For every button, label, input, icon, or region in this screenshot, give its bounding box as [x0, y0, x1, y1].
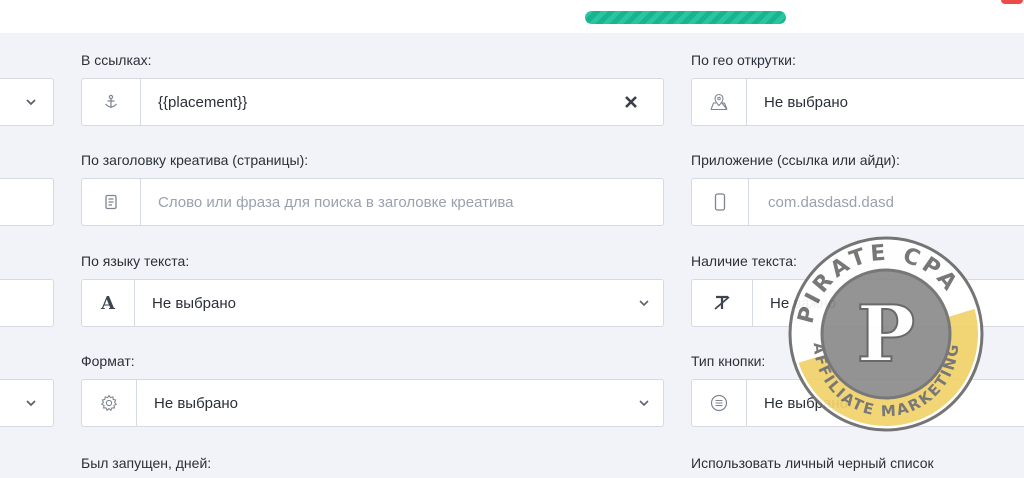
anchor-icon	[82, 79, 141, 125]
left-select-4[interactable]	[0, 379, 54, 427]
has-text-label: Наличие текста:	[691, 253, 797, 269]
notification-icon[interactable]	[1001, 0, 1023, 4]
geo-select[interactable]: Не выбрано	[691, 78, 1024, 126]
title-search-field[interactable]: Слово или фраза для поиска в заголовке к…	[81, 178, 664, 226]
format-label: Формат:	[81, 353, 135, 369]
links-value: {{placement}}	[158, 93, 248, 111]
chevron-down-icon	[26, 99, 36, 106]
links-label: В ссылках:	[81, 52, 152, 68]
progress-fill	[585, 11, 786, 24]
format-value: Не выбрано	[154, 394, 238, 412]
gear-icon	[82, 380, 137, 426]
phone-icon	[692, 179, 749, 225]
document-icon	[82, 179, 141, 225]
clear-icon[interactable]	[623, 94, 639, 110]
language-value: Не выбрано	[152, 294, 236, 312]
left-input-2[interactable]	[0, 178, 54, 226]
progress-bar: д	[585, 11, 786, 24]
map-pin-icon	[692, 79, 747, 125]
app-input[interactable]: com.dasdasd.dasd	[768, 179, 894, 225]
geo-value: Не выбрано	[764, 93, 848, 111]
chevron-down-icon	[26, 400, 36, 407]
left-select-1[interactable]	[0, 78, 54, 126]
chevron-down-icon	[639, 400, 649, 407]
pirate-cpa-watermark: PIRATE CPA P AFFILIATE MARKETING	[788, 236, 984, 432]
geo-label: По гео открутки:	[691, 52, 796, 68]
language-label: По языку текста:	[81, 253, 190, 269]
top-bar: д	[0, 0, 1024, 33]
watermark-letter: P	[857, 289, 916, 380]
language-select[interactable]: A Не выбрано	[81, 279, 664, 327]
launched-days-label: Был запущен, дней:	[81, 455, 212, 471]
format-select[interactable]: Не выбрано	[81, 379, 664, 427]
title-search-input[interactable]: Слово или фраза для поиска в заголовке к…	[158, 179, 514, 225]
list-circle-icon	[692, 380, 747, 426]
left-input-3[interactable]	[0, 279, 54, 327]
button-type-label: Тип кнопки:	[691, 353, 766, 369]
blacklist-label: Использовать личный черный список	[691, 455, 934, 471]
links-field[interactable]: {{placement}}	[81, 78, 664, 126]
chevron-down-icon	[639, 300, 649, 307]
app-label: Приложение (ссылка или айди):	[691, 152, 900, 168]
letter-a-icon: A	[82, 280, 135, 326]
text-strike-icon	[692, 280, 753, 326]
title-search-label: По заголовку креатива (страницы):	[81, 152, 309, 168]
app-field[interactable]: com.dasdasd.dasd	[691, 178, 1024, 226]
